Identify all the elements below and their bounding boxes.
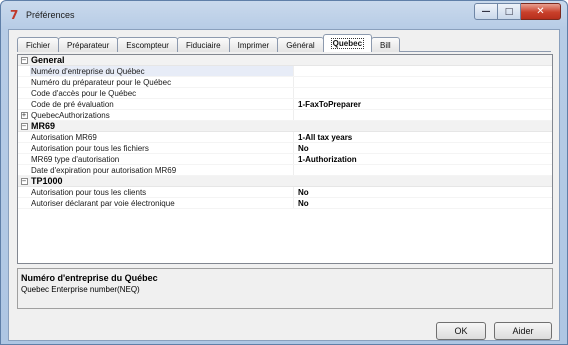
property-value[interactable]: 1-FaxToPreparer: [294, 99, 552, 109]
property-value[interactable]: 1-Authorization: [294, 154, 552, 164]
row-margin: [18, 143, 30, 153]
title-bar[interactable]: 7 Préférences — □ ✕: [1, 1, 567, 29]
property-row[interactable]: Autorisation pour tous les clients No: [18, 187, 552, 198]
property-name: Numéro d'entreprise du Québec: [30, 66, 294, 76]
property-value[interactable]: 1-All tax years: [294, 132, 552, 142]
category-title: General: [31, 55, 65, 65]
tab-label: Escompteur: [126, 40, 169, 50]
row-margin: [18, 99, 30, 109]
tab-preparateur[interactable]: Préparateur: [58, 37, 119, 52]
property-row[interactable]: Autorisation MR69 1-All tax years: [18, 132, 552, 143]
dialog-client-area: Fichier Préparateur Escompteur Fiduciair…: [8, 29, 560, 341]
property-row[interactable]: Numéro du préparateur pour le Québec: [18, 77, 552, 88]
collapse-toggle[interactable]: −: [18, 55, 30, 65]
plus-icon: +: [20, 110, 28, 119]
tab-imprimer[interactable]: Imprimer: [228, 37, 279, 52]
row-margin: [18, 187, 30, 197]
row-margin: [18, 88, 30, 98]
property-row[interactable]: Autoriser déclarant par voie électroniqu…: [18, 198, 552, 209]
property-name: QuebecAuthorizations: [30, 110, 294, 120]
description-text: Quebec Enterprise number(NEQ): [21, 285, 140, 294]
property-value[interactable]: No: [294, 143, 552, 153]
tab-escompteur[interactable]: Escompteur: [117, 37, 178, 52]
minus-icon: −: [20, 176, 28, 185]
tab-fichier[interactable]: Fichier: [17, 37, 60, 52]
tab-label: Quebec: [330, 38, 365, 49]
row-margin: [18, 165, 30, 175]
property-row-expandable[interactable]: + QuebecAuthorizations: [18, 110, 552, 121]
maximize-button[interactable]: □: [498, 3, 521, 20]
tab-general[interactable]: Général: [277, 37, 324, 52]
tab-fiduciaire[interactable]: Fiduciaire: [176, 37, 230, 52]
property-name: Autorisation pour tous les clients: [30, 187, 294, 197]
property-name: MR69 type d'autorisation: [30, 154, 294, 164]
preferences-window: 7 Préférences — □ ✕ Fichier Préparateur …: [0, 0, 568, 345]
property-value[interactable]: [294, 110, 552, 120]
property-value[interactable]: [294, 165, 552, 175]
property-name: Numéro du préparateur pour le Québec: [30, 77, 294, 87]
property-row[interactable]: Autorisation pour tous les fichiers No: [18, 143, 552, 154]
window-title: Préférences: [26, 10, 75, 20]
tab-bar: Fichier Préparateur Escompteur Fiduciair…: [17, 34, 400, 52]
category-title: MR69: [31, 121, 56, 131]
tab-label: Imprimer: [237, 40, 270, 50]
property-name: Date d'expiration pour autorisation MR69: [30, 165, 294, 175]
tab-label: Fiduciaire: [185, 40, 221, 50]
property-name: Autorisation pour tous les fichiers: [30, 143, 294, 153]
tab-label: Fichier: [26, 40, 51, 50]
property-name: Code d'accès pour le Québec: [30, 88, 294, 98]
property-value[interactable]: No: [294, 187, 552, 197]
row-margin: [18, 154, 30, 164]
row-margin: [18, 132, 30, 142]
collapse-toggle[interactable]: −: [18, 121, 30, 131]
property-name: Autoriser déclarant par voie électroniqu…: [30, 198, 294, 208]
collapse-toggle[interactable]: −: [18, 176, 30, 186]
minus-icon: −: [20, 55, 28, 64]
property-value[interactable]: [294, 66, 552, 76]
property-value[interactable]: [294, 88, 552, 98]
description-title: Numéro d'entreprise du Québec: [21, 273, 158, 283]
category-mr69[interactable]: − MR69: [18, 121, 552, 132]
property-value[interactable]: [294, 77, 552, 87]
expand-toggle[interactable]: +: [18, 110, 30, 120]
property-row[interactable]: Date d'expiration pour autorisation MR69: [18, 165, 552, 176]
app-logo-icon: 7: [10, 8, 19, 22]
tab-label: Préparateur: [67, 40, 110, 50]
category-tp1000[interactable]: − TP1000: [18, 176, 552, 187]
minus-icon: −: [20, 121, 28, 130]
property-name: Autorisation MR69: [30, 132, 294, 142]
tab-quebec[interactable]: Quebec: [322, 34, 373, 52]
row-margin: [18, 66, 30, 76]
window-controls: — □ ✕: [474, 3, 561, 20]
property-row[interactable]: Numéro d'entreprise du Québec: [18, 66, 552, 77]
property-value[interactable]: No: [294, 198, 552, 208]
minimize-button[interactable]: —: [474, 3, 498, 20]
row-margin: [18, 198, 30, 208]
property-row[interactable]: MR69 type d'autorisation 1-Authorization: [18, 154, 552, 165]
category-title: TP1000: [31, 176, 63, 186]
help-button[interactable]: Aider: [494, 322, 552, 340]
description-panel: Numéro d'entreprise du Québec Quebec Ent…: [17, 268, 553, 309]
tab-label: Bill: [380, 40, 391, 50]
close-button[interactable]: ✕: [521, 3, 561, 20]
property-grid[interactable]: − General Numéro d'entreprise du Québec …: [17, 54, 553, 264]
tab-label: Général: [286, 40, 315, 50]
row-margin: [18, 77, 30, 87]
category-general[interactable]: − General: [18, 55, 552, 66]
tab-bill[interactable]: Bill: [371, 37, 400, 52]
property-row[interactable]: Code d'accès pour le Québec: [18, 88, 552, 99]
property-row[interactable]: Code de pré évaluation 1-FaxToPreparer: [18, 99, 552, 110]
property-name: Code de pré évaluation: [30, 99, 294, 109]
ok-button[interactable]: OK: [436, 322, 486, 340]
